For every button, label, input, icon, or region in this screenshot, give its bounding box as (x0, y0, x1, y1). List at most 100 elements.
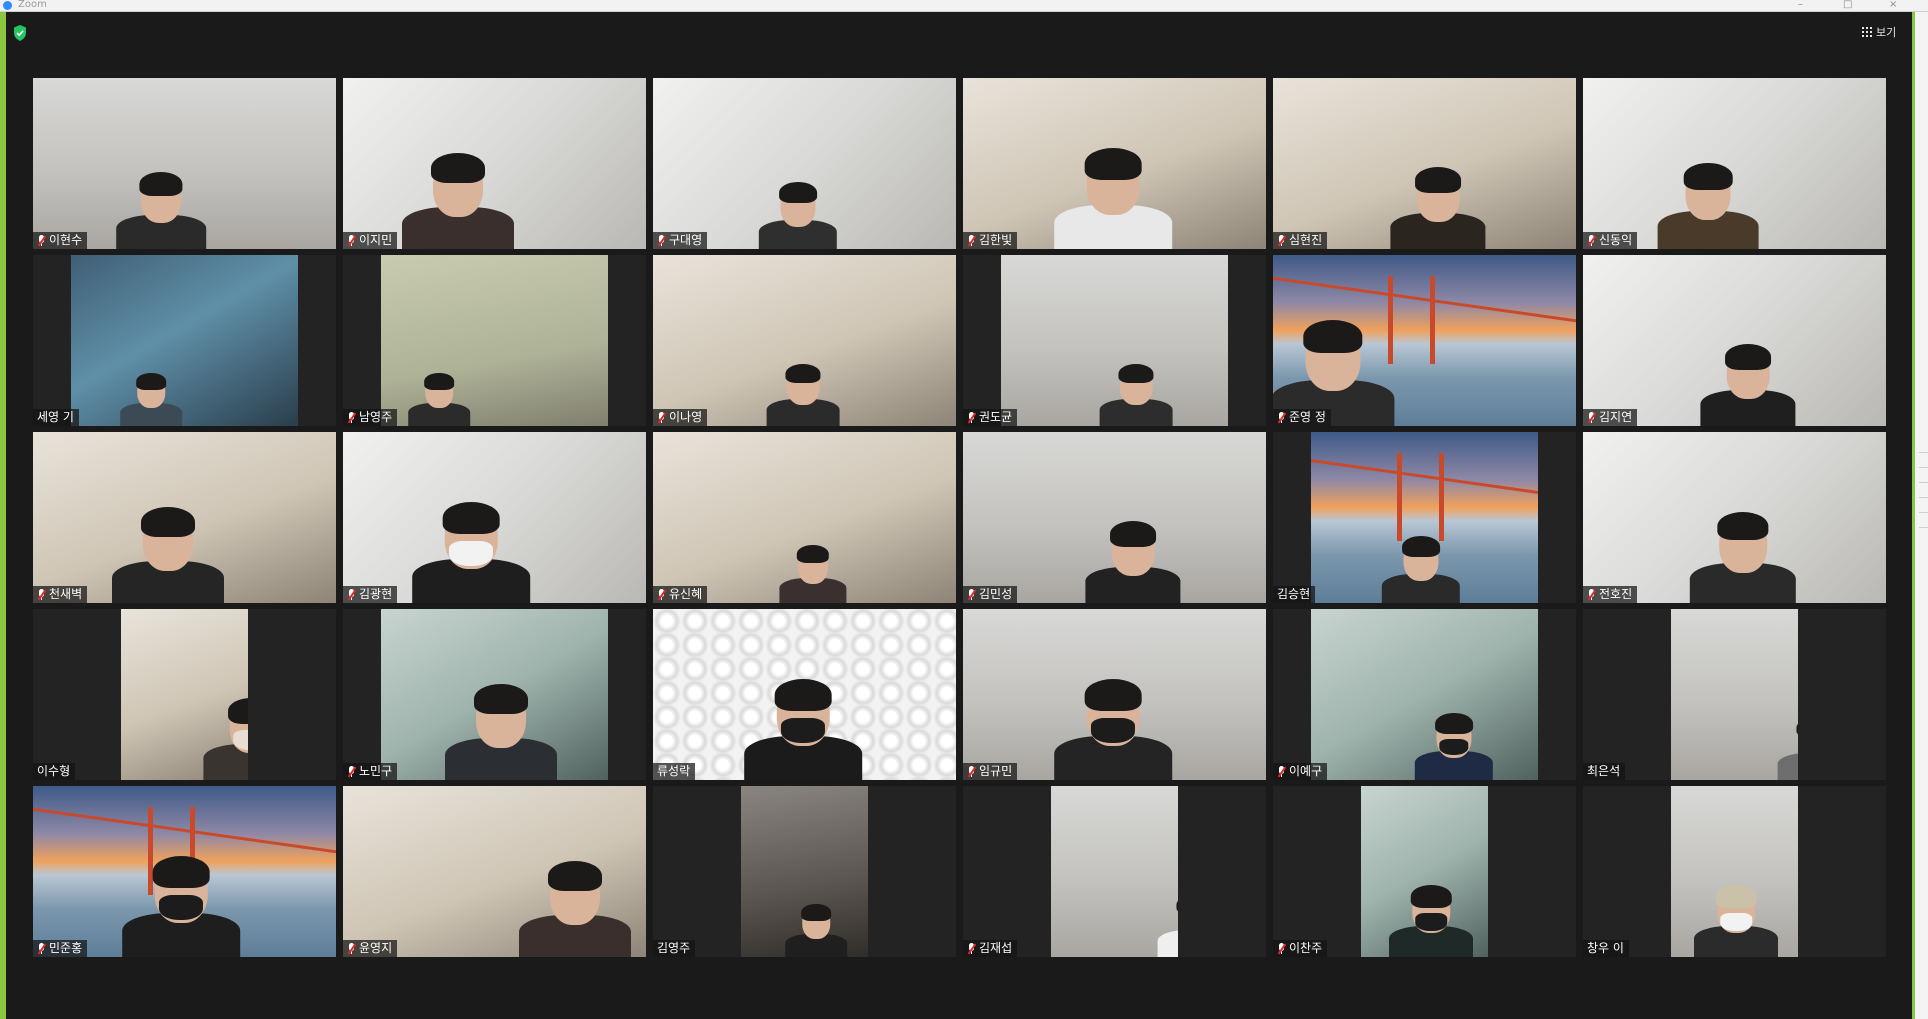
muted-mic-icon (657, 588, 667, 601)
participant-name-tag: 이예구 (1273, 763, 1328, 780)
participant-tile[interactable]: 권도균 (963, 255, 1266, 426)
participant-tile[interactable]: 김한빛 (963, 78, 1266, 249)
participant-video (33, 432, 336, 603)
muted-mic-icon (1587, 411, 1597, 424)
participant-tile[interactable]: 류성락 (653, 609, 956, 780)
participant-video (963, 609, 1266, 780)
maximize-icon[interactable]: □ (1843, 0, 1852, 10)
participant-tile[interactable]: 김지연 (1583, 255, 1886, 426)
participant-tile[interactable]: 천새벽 (33, 432, 336, 603)
participant-video (1273, 78, 1576, 249)
participant-tile[interactable]: 구대영 (653, 78, 956, 249)
participant-tile[interactable]: 이현수 (33, 78, 336, 249)
participant-tile[interactable]: 윤영지 (343, 786, 646, 957)
close-icon[interactable]: × (1889, 0, 1897, 10)
participant-name-tag: 류성락 (653, 763, 696, 780)
participant-tile[interactable]: 이수형 (33, 609, 336, 780)
participant-name: 이현수 (49, 233, 83, 247)
participant-tile[interactable]: 심현진 (1273, 78, 1576, 249)
participant-tile[interactable]: 김재섭 (963, 786, 1266, 957)
participant-figure (1155, 889, 1178, 957)
participant-name: 신동익 (1599, 233, 1633, 247)
participant-name-tag: 남영주 (343, 409, 398, 426)
participant-tile[interactable]: 준영 정 (1273, 255, 1576, 426)
participant-name: 이찬주 (1289, 941, 1323, 955)
participant-figure (1697, 338, 1799, 426)
participant-tile[interactable]: 이찬주 (1273, 786, 1576, 957)
zoom-app-icon (3, 1, 12, 10)
participant-video (381, 255, 608, 426)
muted-mic-icon (657, 411, 667, 424)
participant-name-tag: 김민성 (963, 586, 1018, 603)
window-border-left (0, 12, 6, 1019)
participant-name-tag: 세영 기 (33, 409, 79, 426)
participant-tile[interactable]: 유신혜 (653, 432, 956, 603)
participant-video (1583, 78, 1886, 249)
participant-name-tag: 심현진 (1273, 232, 1328, 249)
participant-tile[interactable]: 이나영 (653, 255, 956, 426)
participant-video (1671, 786, 1798, 957)
participant-video (1311, 609, 1538, 780)
participant-tile[interactable]: 임규민 (963, 609, 1266, 780)
participant-tile[interactable]: 세영 기 (33, 255, 336, 426)
participant-tile[interactable]: 민준홍 (33, 786, 336, 957)
muted-mic-icon (37, 942, 47, 955)
participant-name-tag: 신동익 (1583, 232, 1638, 249)
participant-tile[interactable]: 김영주 (653, 786, 956, 957)
muted-mic-icon (347, 588, 357, 601)
participant-video (33, 78, 336, 249)
participant-tile[interactable]: 신동익 (1583, 78, 1886, 249)
participant-video (343, 432, 646, 603)
participant-name: 김광현 (359, 587, 393, 601)
participant-tile[interactable]: 김민성 (963, 432, 1266, 603)
participant-tile[interactable]: 남영주 (343, 255, 646, 426)
participant-tile[interactable]: 이예구 (1273, 609, 1576, 780)
participant-tile[interactable]: 노민구 (343, 609, 646, 780)
participant-figure (1379, 530, 1463, 603)
participant-video (653, 255, 956, 426)
participant-video (1583, 432, 1886, 603)
participant-name: 김승현 (1277, 587, 1311, 601)
window-title: Zoom (18, 0, 47, 10)
participant-name: 김영주 (657, 941, 691, 955)
muted-mic-icon (347, 411, 357, 424)
participant-name-tag: 이나영 (653, 409, 708, 426)
participant-video (1311, 432, 1538, 603)
participant-video (121, 609, 248, 780)
participant-tile[interactable]: 김승현 (1273, 432, 1576, 603)
muted-mic-icon (347, 765, 357, 778)
participant-name: 창우 이 (1587, 941, 1624, 955)
participant-tile[interactable]: 전호진 (1583, 432, 1886, 603)
participant-name: 김지연 (1599, 410, 1633, 424)
participant-figure (777, 541, 849, 603)
participant-name-tag: 민준홍 (33, 940, 88, 957)
view-button[interactable]: 보기 (1862, 24, 1896, 40)
participant-tile[interactable]: 최은석 (1583, 609, 1886, 780)
muted-mic-icon (1587, 588, 1597, 601)
participant-name-tag: 이현수 (33, 232, 88, 249)
participant-name-tag: 노민구 (343, 763, 398, 780)
participant-name: 김민성 (979, 587, 1013, 601)
muted-mic-icon (1587, 234, 1597, 247)
participant-figure (441, 676, 561, 780)
minimize-icon[interactable]: – (1798, 0, 1803, 10)
participant-name: 민준홍 (49, 941, 83, 955)
participant-tile[interactable]: 이지민 (343, 78, 646, 249)
participant-name: 최은석 (1587, 764, 1621, 778)
participant-figure (1097, 358, 1175, 426)
muted-mic-icon (37, 588, 47, 601)
muted-mic-icon (657, 234, 667, 247)
participant-figure (1654, 155, 1762, 249)
participant-name: 이나영 (669, 410, 703, 424)
view-button-label: 보기 (1876, 26, 1897, 39)
participant-figure (1386, 879, 1476, 957)
participant-name: 전호진 (1599, 587, 1633, 601)
participant-name-tag: 김재섭 (963, 940, 1018, 957)
encryption-shield-icon[interactable] (13, 25, 27, 41)
participant-name: 윤영지 (359, 941, 393, 955)
participant-tile[interactable]: 김광현 (343, 432, 646, 603)
participant-figure (118, 848, 244, 957)
participant-tile[interactable]: 창우 이 (1583, 786, 1886, 957)
participant-name: 준영 정 (1289, 410, 1326, 424)
participant-figure (764, 358, 842, 426)
